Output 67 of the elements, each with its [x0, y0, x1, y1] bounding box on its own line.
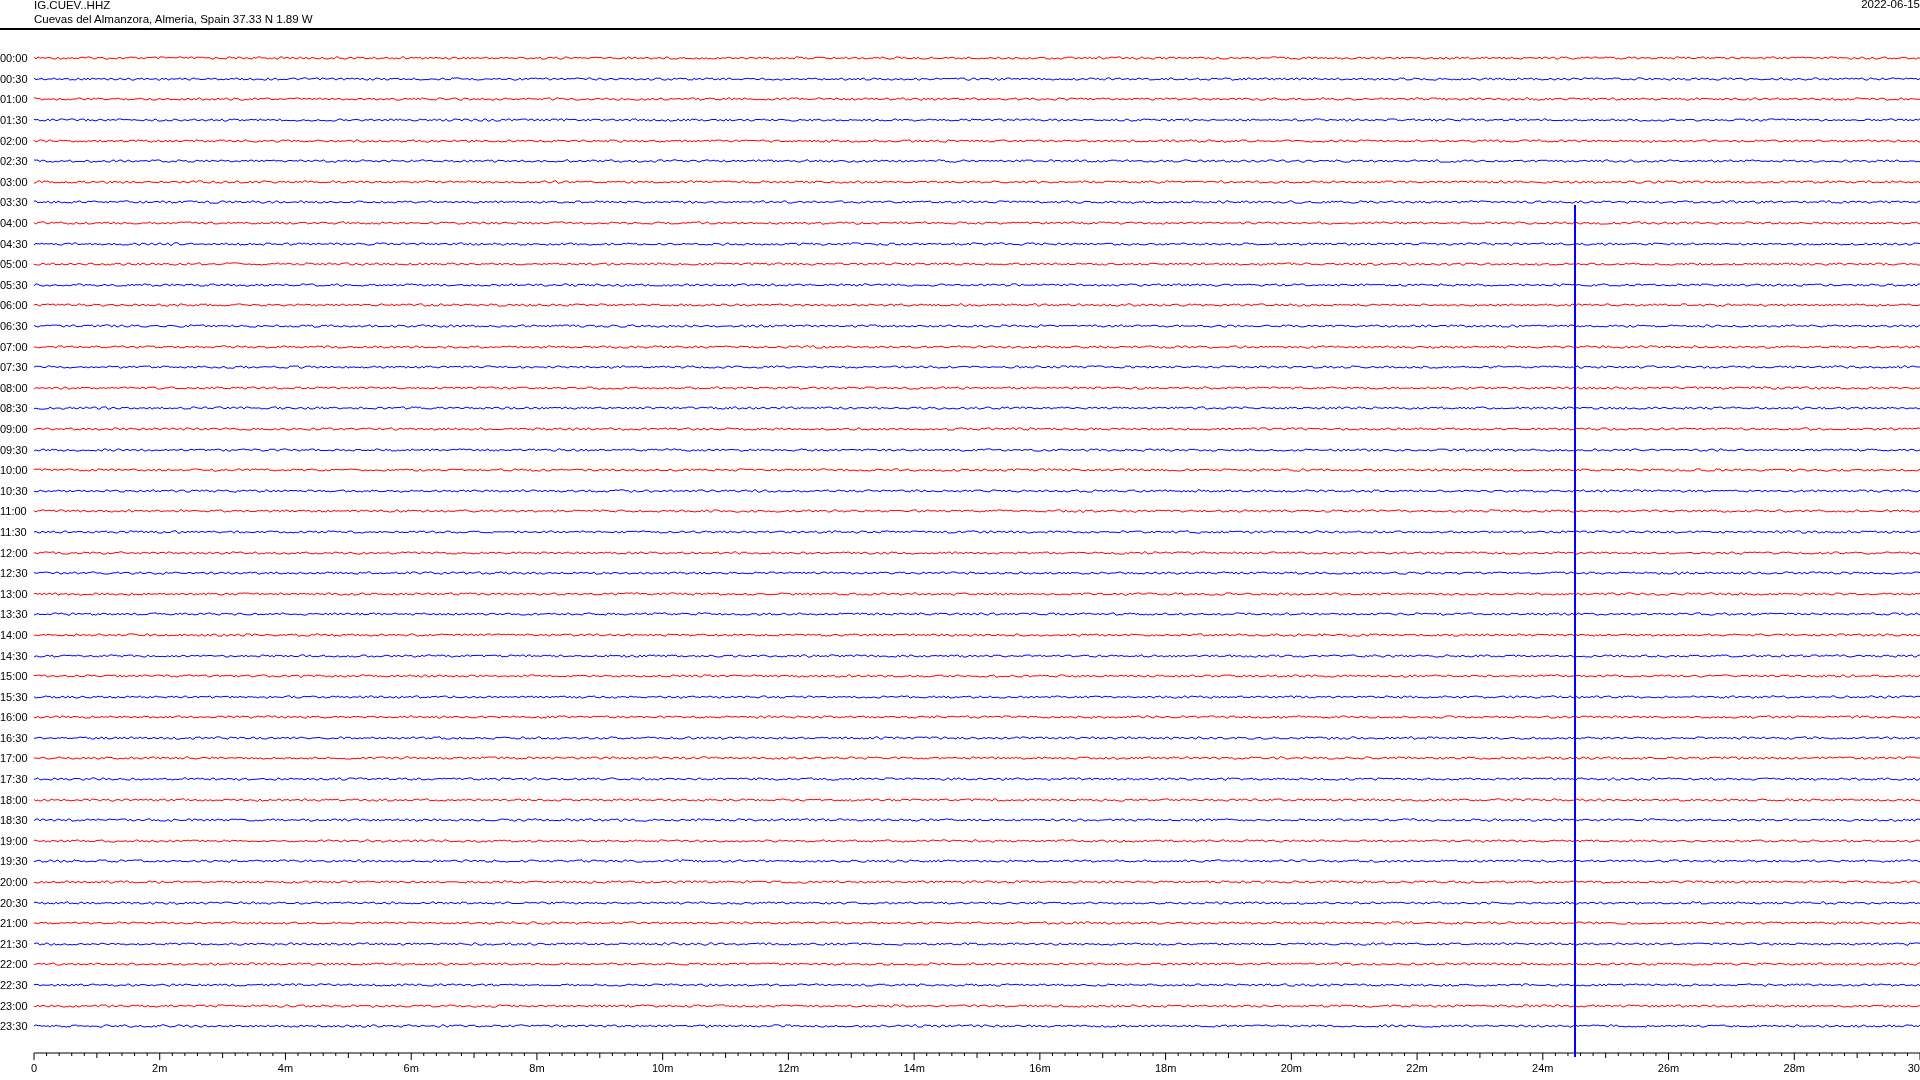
station-location: Cuevas del Almanzora, Almeria, Spain 37.33 N 1.89 W — [34, 12, 313, 26]
time-label: 22:00 — [0, 958, 29, 971]
axis-label: 10m — [651, 1061, 674, 1074]
time-label: 12:30 — [0, 567, 29, 580]
axis-label: 6m — [403, 1061, 419, 1074]
time-label: 14:30 — [0, 649, 29, 662]
time-label: 05:00 — [0, 258, 29, 271]
time-label: 19:00 — [0, 834, 29, 847]
time-label: 21:00 — [0, 917, 29, 930]
time-label: 21:30 — [0, 937, 29, 950]
axis-label: 26m — [1657, 1061, 1680, 1074]
axis-label: 0 — [30, 1061, 38, 1074]
axis-label: 2m — [152, 1061, 168, 1074]
time-label: 17:30 — [0, 773, 29, 786]
axis-label: 28m — [1783, 1061, 1805, 1074]
time-label: 00:30 — [0, 72, 29, 85]
time-label: 06:00 — [0, 299, 29, 312]
time-label: 16:30 — [0, 731, 29, 744]
time-label: 07:00 — [0, 340, 29, 353]
axis-label: 14m — [903, 1061, 925, 1074]
time-label: 02:30 — [0, 155, 29, 168]
time-label: 02:00 — [0, 134, 29, 147]
time-label: 07:30 — [0, 361, 29, 374]
time-label: 13:00 — [0, 587, 29, 600]
time-label: 14:00 — [0, 628, 29, 641]
time-label: 17:00 — [0, 752, 29, 765]
time-label: 08:00 — [0, 381, 29, 394]
station-code: IG.CUEV..HHZ — [34, 0, 112, 12]
time-label: 10:00 — [0, 464, 29, 477]
time-label: 11:30 — [0, 525, 28, 538]
time-label: 04:30 — [0, 237, 29, 250]
time-label: 12:00 — [0, 546, 29, 559]
time-label: 15:30 — [0, 690, 29, 703]
axis-label: 30 — [1907, 1061, 1920, 1074]
time-label: 15:00 — [0, 670, 29, 683]
axis-label: 18m — [1154, 1061, 1177, 1074]
time-label: 09:30 — [0, 443, 29, 456]
axis-label: 20m — [1280, 1061, 1303, 1074]
time-label: 22:30 — [0, 979, 29, 991]
time-label: 20:00 — [0, 876, 29, 889]
time-label: 18:00 — [0, 793, 29, 806]
time-label: 23:00 — [0, 999, 29, 1012]
time-label: 05:30 — [0, 278, 29, 291]
time-label: 04:00 — [0, 217, 29, 230]
time-label: 11:00 — [0, 505, 28, 518]
plot-date: 2022-06-15 — [1861, 0, 1920, 12]
time-label: 01:30 — [0, 114, 29, 127]
axis-label: 24m — [1532, 1061, 1554, 1074]
axis-label: 8m — [529, 1061, 545, 1074]
time-label: 13:30 — [0, 608, 29, 621]
axis-label: 12m — [777, 1061, 800, 1074]
time-label: 16:00 — [0, 711, 29, 724]
time-label: 20:30 — [0, 896, 29, 909]
axis-label: 4m — [277, 1061, 294, 1074]
time-label: 19:30 — [0, 855, 29, 868]
time-label: 23:30 — [0, 1020, 29, 1033]
axis-label: 22m — [1406, 1061, 1428, 1074]
time-label: 03:30 — [0, 196, 29, 209]
axis-label: 16m — [1029, 1061, 1051, 1074]
time-label: 08:30 — [0, 402, 29, 415]
time-label: 06:30 — [0, 320, 29, 332]
time-label: 00:00 — [0, 52, 29, 65]
time-label: 01:00 — [0, 93, 29, 106]
time-label: 18:30 — [0, 814, 29, 827]
time-label: 03:00 — [0, 175, 29, 188]
time-label: 09:00 — [0, 423, 29, 435]
time-label: 10:30 — [0, 484, 29, 497]
